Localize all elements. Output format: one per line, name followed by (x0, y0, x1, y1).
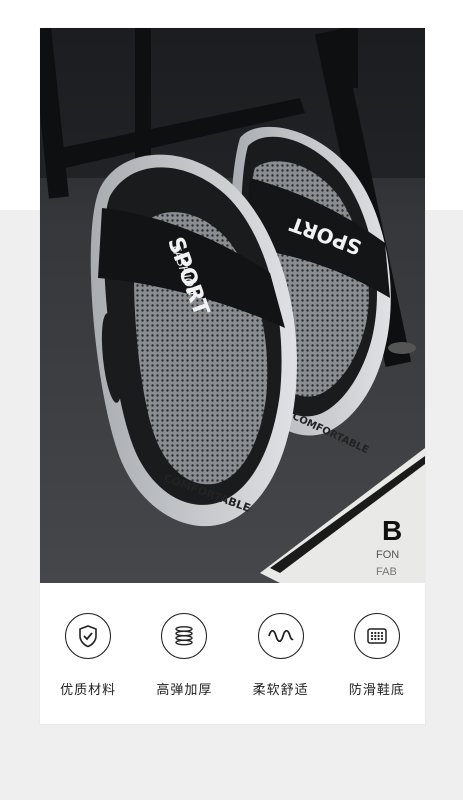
feature-label: 高弹加厚 (156, 683, 213, 698)
soft-wave-icon (257, 613, 304, 659)
magazine-letter-1: B (382, 515, 402, 546)
shield-check-icon (65, 613, 112, 659)
anti-slip-sole-icon (353, 613, 400, 659)
feature-label: 防滑鞋底 (348, 683, 405, 698)
feature-high-elastic: 高弹加厚 (144, 613, 224, 698)
feature-row: 优质材料 高弹加厚 柔软舒适 防滑鞋底 (40, 583, 425, 724)
feature-anti-slip: 防滑鞋底 (337, 613, 417, 698)
magazine-letter-2: FON (376, 549, 399, 561)
feature-soft-comfort: 柔软舒适 (241, 613, 321, 698)
feature-label: 优质材料 (60, 683, 117, 698)
feature-label: 柔软舒适 (252, 683, 309, 698)
product-photo: B FON FAB SPORT FASHION SPORT COMFORTABL… (40, 28, 425, 583)
feature-quality-material: 优质材料 (48, 613, 128, 698)
spring-coil-icon (161, 613, 208, 659)
magazine-letter-3: FAB (376, 566, 397, 578)
